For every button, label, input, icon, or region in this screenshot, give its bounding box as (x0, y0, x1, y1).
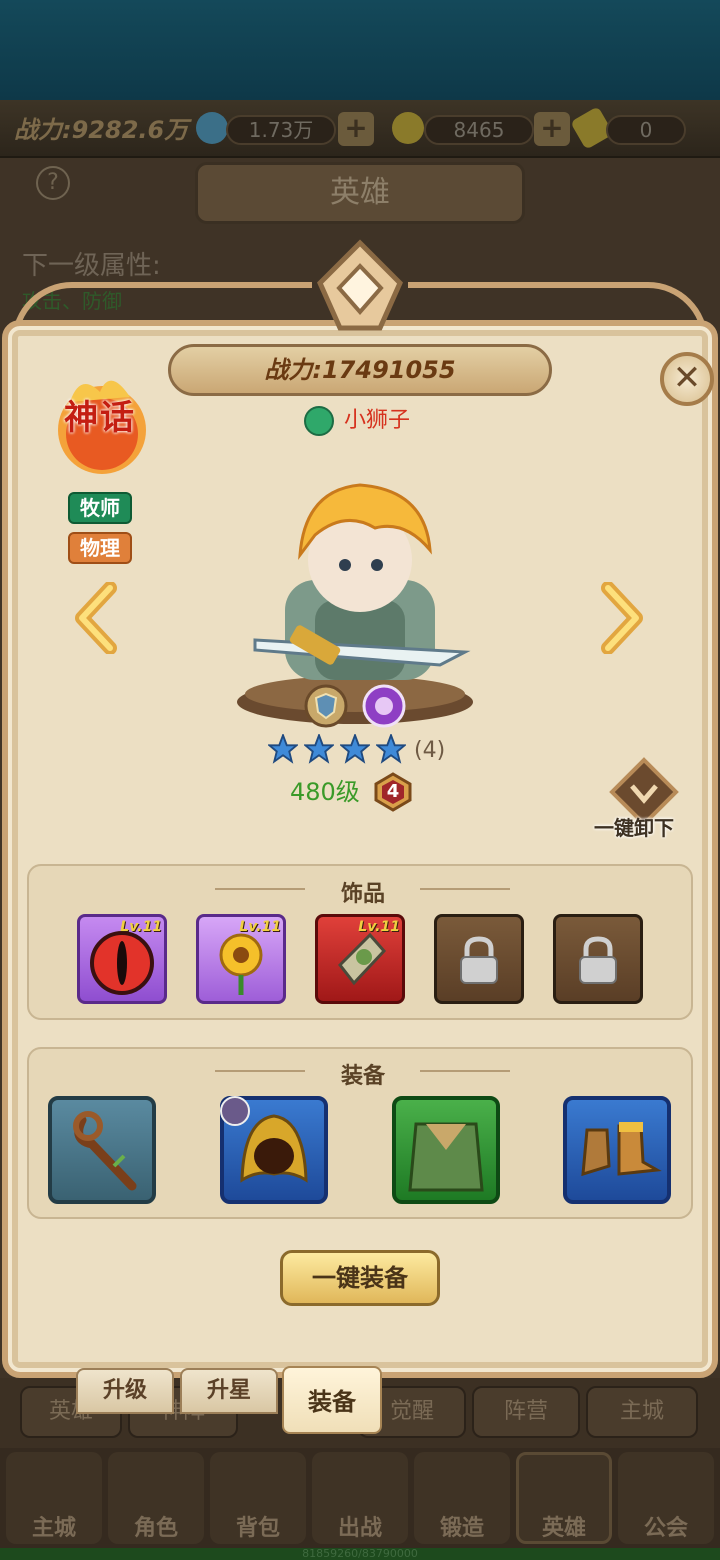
divider (420, 888, 510, 890)
nav-character-label: 角色 (133, 1516, 178, 1541)
tier-badge: 4 (368, 772, 418, 812)
accessory-slot[interactable]: Lv.11 (77, 914, 167, 1004)
set-bonus-icon (220, 1096, 250, 1126)
equipment-title: 装备 (340, 1064, 385, 1089)
add-gold-button[interactable]: + (534, 112, 570, 146)
equip-all-button[interactable]: 一键装备 (280, 1250, 440, 1306)
psychic-skill-icon (362, 684, 406, 728)
next-level-label: 下一级属性: (22, 251, 161, 281)
next-hero-arrow-icon[interactable] (596, 582, 648, 654)
gold-count: 8465 (424, 115, 534, 145)
shield-skill-icon (304, 684, 348, 728)
lock-icon (579, 936, 617, 984)
gem-icon (196, 112, 228, 144)
tab-equipment[interactable]: 装备 (282, 1366, 382, 1434)
robe-icon (408, 1122, 484, 1192)
star-icon (340, 734, 370, 764)
nav-battle-label: 出战 (337, 1516, 382, 1541)
unequip-all-label[interactable]: 一键卸下 (594, 812, 674, 841)
star-icon (304, 734, 334, 764)
helmet-slot[interactable] (220, 1096, 328, 1204)
close-button[interactable]: ✕ (660, 352, 714, 406)
previous-hero-arrow-icon[interactable] (70, 582, 122, 654)
damage-type-tag: 物理 (68, 532, 132, 564)
accessory-slot[interactable]: Lv.11 (196, 914, 286, 1004)
lock-icon (460, 936, 498, 984)
help-icon[interactable]: ? (36, 166, 70, 200)
class-tag: 牧师 (68, 492, 132, 524)
accessory-title: 饰品 (340, 882, 385, 907)
nav-main-city-label: 主城 (31, 1516, 76, 1541)
nav-hero-label: 英雄 (541, 1516, 586, 1541)
hero-power: 战力:17491055 (168, 344, 552, 396)
boots-slot[interactable] (563, 1096, 671, 1204)
accessory-slot[interactable]: Lv.11 (315, 914, 405, 1004)
star-count: (4) (414, 738, 446, 763)
locked-accessory-slot[interactable] (434, 914, 524, 1004)
tab-main-city[interactable]: 主城 (586, 1386, 698, 1438)
rarity-text: 神话 (64, 398, 136, 438)
tab-upgrade[interactable]: 升级 (76, 1368, 174, 1414)
hero-level: 480级 (290, 778, 360, 806)
tier-number: 4 (386, 781, 400, 802)
experience-bar: 81859260/83790000 (0, 1548, 720, 1560)
nav-forge-label: 锻造 (439, 1516, 484, 1541)
add-gems-button[interactable]: + (338, 112, 374, 146)
tab-faction[interactable]: 阵营 (472, 1386, 580, 1438)
nav-guild-label: 公会 (643, 1516, 688, 1541)
mythic-rarity-badge: 神话 (50, 372, 150, 482)
divider (215, 888, 305, 890)
hero-portrait (237, 483, 473, 724)
locked-accessory-slot[interactable] (553, 914, 643, 1004)
crest-icon (317, 239, 403, 331)
armor-slot[interactable] (392, 1096, 500, 1204)
accessory-level: Lv.11 (358, 919, 400, 935)
star-icon (376, 734, 406, 764)
divider (420, 1070, 510, 1072)
staff-icon (73, 1111, 137, 1191)
book-icon (304, 406, 334, 436)
star-icon (268, 734, 298, 764)
gold-coin-icon (392, 112, 424, 144)
accessory-level: Lv.11 (239, 919, 281, 935)
top-banner (0, 0, 720, 100)
hero-name: 小狮子 (344, 408, 411, 433)
weapon-slot[interactable] (48, 1096, 156, 1204)
boots-icon (581, 1122, 662, 1177)
gem-count: 1.73万 (226, 115, 336, 145)
tab-star-up[interactable]: 升星 (180, 1368, 278, 1414)
nav-bag-label: 背包 (235, 1516, 280, 1541)
screen-title: 英雄 (195, 162, 525, 224)
divider (215, 1070, 305, 1072)
ticket-count: 0 (606, 115, 686, 145)
total-power-label: 战力:9282.6万 (14, 116, 189, 144)
accessory-level: Lv.11 (120, 919, 162, 935)
